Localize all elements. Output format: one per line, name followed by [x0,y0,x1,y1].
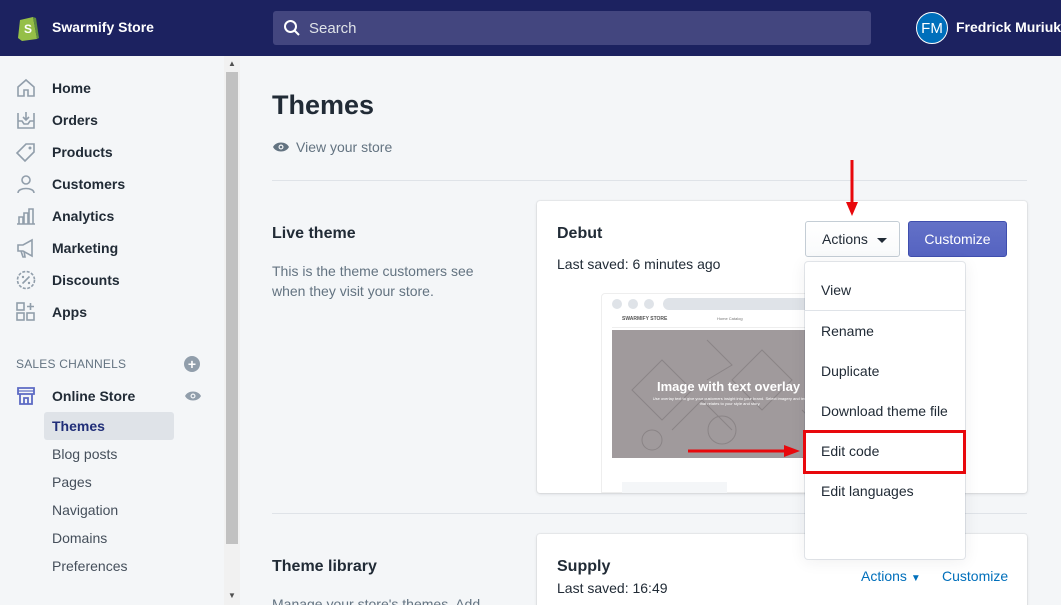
live-theme-description: This is the theme customers see when the… [272,263,474,299]
actions-button[interactable]: Actions [805,221,900,257]
live-theme-heading: Live theme [272,225,356,242]
preview-hero-text: Use overlay text to give your customers … [652,396,808,406]
store-icon [17,387,35,405]
tag-icon [15,143,35,163]
sidebar-item-label: Apps [52,304,87,320]
annotation-arrow-right-icon [688,445,800,457]
megaphone-icon [17,238,33,258]
window-dot [612,299,622,309]
window-dot [644,299,654,309]
preview-footer-block [622,482,727,493]
sidebar-item-orders[interactable]: Orders [0,104,224,136]
avatar[interactable]: FM [916,12,948,44]
sidebar-item-marketing[interactable]: Marketing [0,232,224,264]
preview-nav: Home Catalog [717,316,743,321]
library-actions-link[interactable]: Actions ▼ [861,568,921,584]
orders-icon [17,112,35,129]
menu-item-rename[interactable]: Rename [805,313,965,349]
apps-icon [16,302,35,321]
view-store-label: View your store [296,139,393,155]
sidebar-subitem-label: Navigation [52,502,119,518]
sidebar-item-analytics[interactable]: Analytics [0,200,224,232]
menu-item-download-theme-file[interactable]: Download theme file [805,393,965,429]
sidebar-item-label: Discounts [52,272,120,288]
eye-icon [273,142,289,152]
sidebar-item-apps[interactable]: Apps [0,296,224,328]
sidebar-subitem-label: Blog posts [52,446,118,462]
scroll-up-icon[interactable]: ▲ [227,59,237,69]
sidebar-item-label: Home [52,80,91,96]
bar-chart-icon [17,208,35,225]
sidebar-subitem-blog-posts[interactable]: Blog posts [44,440,174,468]
shopify-logo-icon[interactable]: S [16,14,40,42]
sidebar-subitem-label: Themes [52,418,105,434]
sidebar-subitem-preferences[interactable]: Preferences [44,552,174,580]
sidebar-item-label: Orders [52,112,98,128]
sidebar-subitem-label: Preferences [52,558,128,574]
top-bar: S Swarmify Store Search FM Fredrick Muri… [0,0,1061,56]
menu-item-label: Duplicate [821,363,880,379]
actions-label: Actions [822,231,868,247]
user-name[interactable]: Fredrick Muriuki [956,19,1061,35]
search-icon [284,20,300,36]
sidebar-subitem-label: Domains [52,530,108,546]
page-title: Themes [272,90,375,120]
discount-icon [16,270,36,290]
sidebar-subitem-label: Pages [52,474,92,490]
last-saved: Last saved: 16:49 [557,580,668,596]
sidebar-item-home[interactable]: Home [0,72,224,104]
menu-divider [805,310,965,311]
preview-store-name: SWARMIFY STORE [622,316,668,322]
scroll-down-icon[interactable]: ▼ [227,591,237,601]
sidebar-item-label: Products [52,144,113,160]
eye-icon[interactable] [184,390,202,402]
sidebar-subitem-pages[interactable]: Pages [44,468,174,496]
actions-dropdown-menu: View Rename Duplicate Download theme fil… [805,262,965,559]
caret-down-icon [877,238,887,243]
edit-code-highlight [803,430,966,474]
sidebar-item-discounts[interactable]: Discounts [0,264,224,296]
store-name[interactable]: Swarmify Store [52,19,154,35]
home-icon [17,78,35,97]
svg-text:S: S [24,22,32,36]
library-actions-label: Actions [861,568,907,584]
sidebar-item-label: Marketing [52,240,119,256]
sidebar-item-label: Analytics [52,208,115,224]
menu-item-label: View [821,282,852,298]
sidebar-item-customers[interactable]: Customers [0,168,224,200]
sidebar-item-label: Customers [52,176,126,192]
sidebar-item-label: Online Store [52,388,136,404]
theme-name: Supply [557,558,611,575]
sidebar-subitem-navigation[interactable]: Navigation [44,496,174,524]
menu-item-edit-languages[interactable]: Edit languages [805,473,965,509]
annotation-arrow-down-icon [846,160,858,216]
sidebar-scrollbar[interactable]: ▲ ▼ [224,56,240,605]
divider [272,180,1027,181]
menu-item-label: Download theme file [821,403,948,419]
search-input[interactable]: Search [309,20,357,37]
last-saved: Last saved: 6 minutes ago [557,256,721,272]
theme-name: Debut [557,225,603,242]
menu-item-duplicate[interactable]: Duplicate [805,353,965,389]
scroll-thumb[interactable] [226,72,238,544]
menu-item-view[interactable]: View [805,272,965,308]
preview-hero-title: Image with text overlay [657,379,801,394]
person-icon [17,175,35,194]
caret-down-icon: ▼ [910,573,921,584]
sales-channels-title: SALES CHANNELS [16,357,127,371]
sidebar-item-products[interactable]: Products [0,136,224,168]
sidebar: Home Orders Products Customers Analytics… [0,56,240,605]
sidebar-subitem-themes[interactable]: Themes [44,412,174,440]
customize-button[interactable]: Customize [908,221,1007,257]
sidebar-subitem-domains[interactable]: Domains [44,524,174,552]
menu-item-label: Edit languages [821,483,914,499]
window-dot [628,299,638,309]
theme-library-description: Manage your store's themes. Add [272,596,481,605]
theme-library-heading: Theme library [272,558,377,575]
add-sales-channel-button[interactable]: + [184,356,200,372]
library-customize-link[interactable]: Customize [942,568,1008,584]
menu-item-label: Rename [821,323,874,339]
search-bar[interactable]: Search [273,11,871,45]
